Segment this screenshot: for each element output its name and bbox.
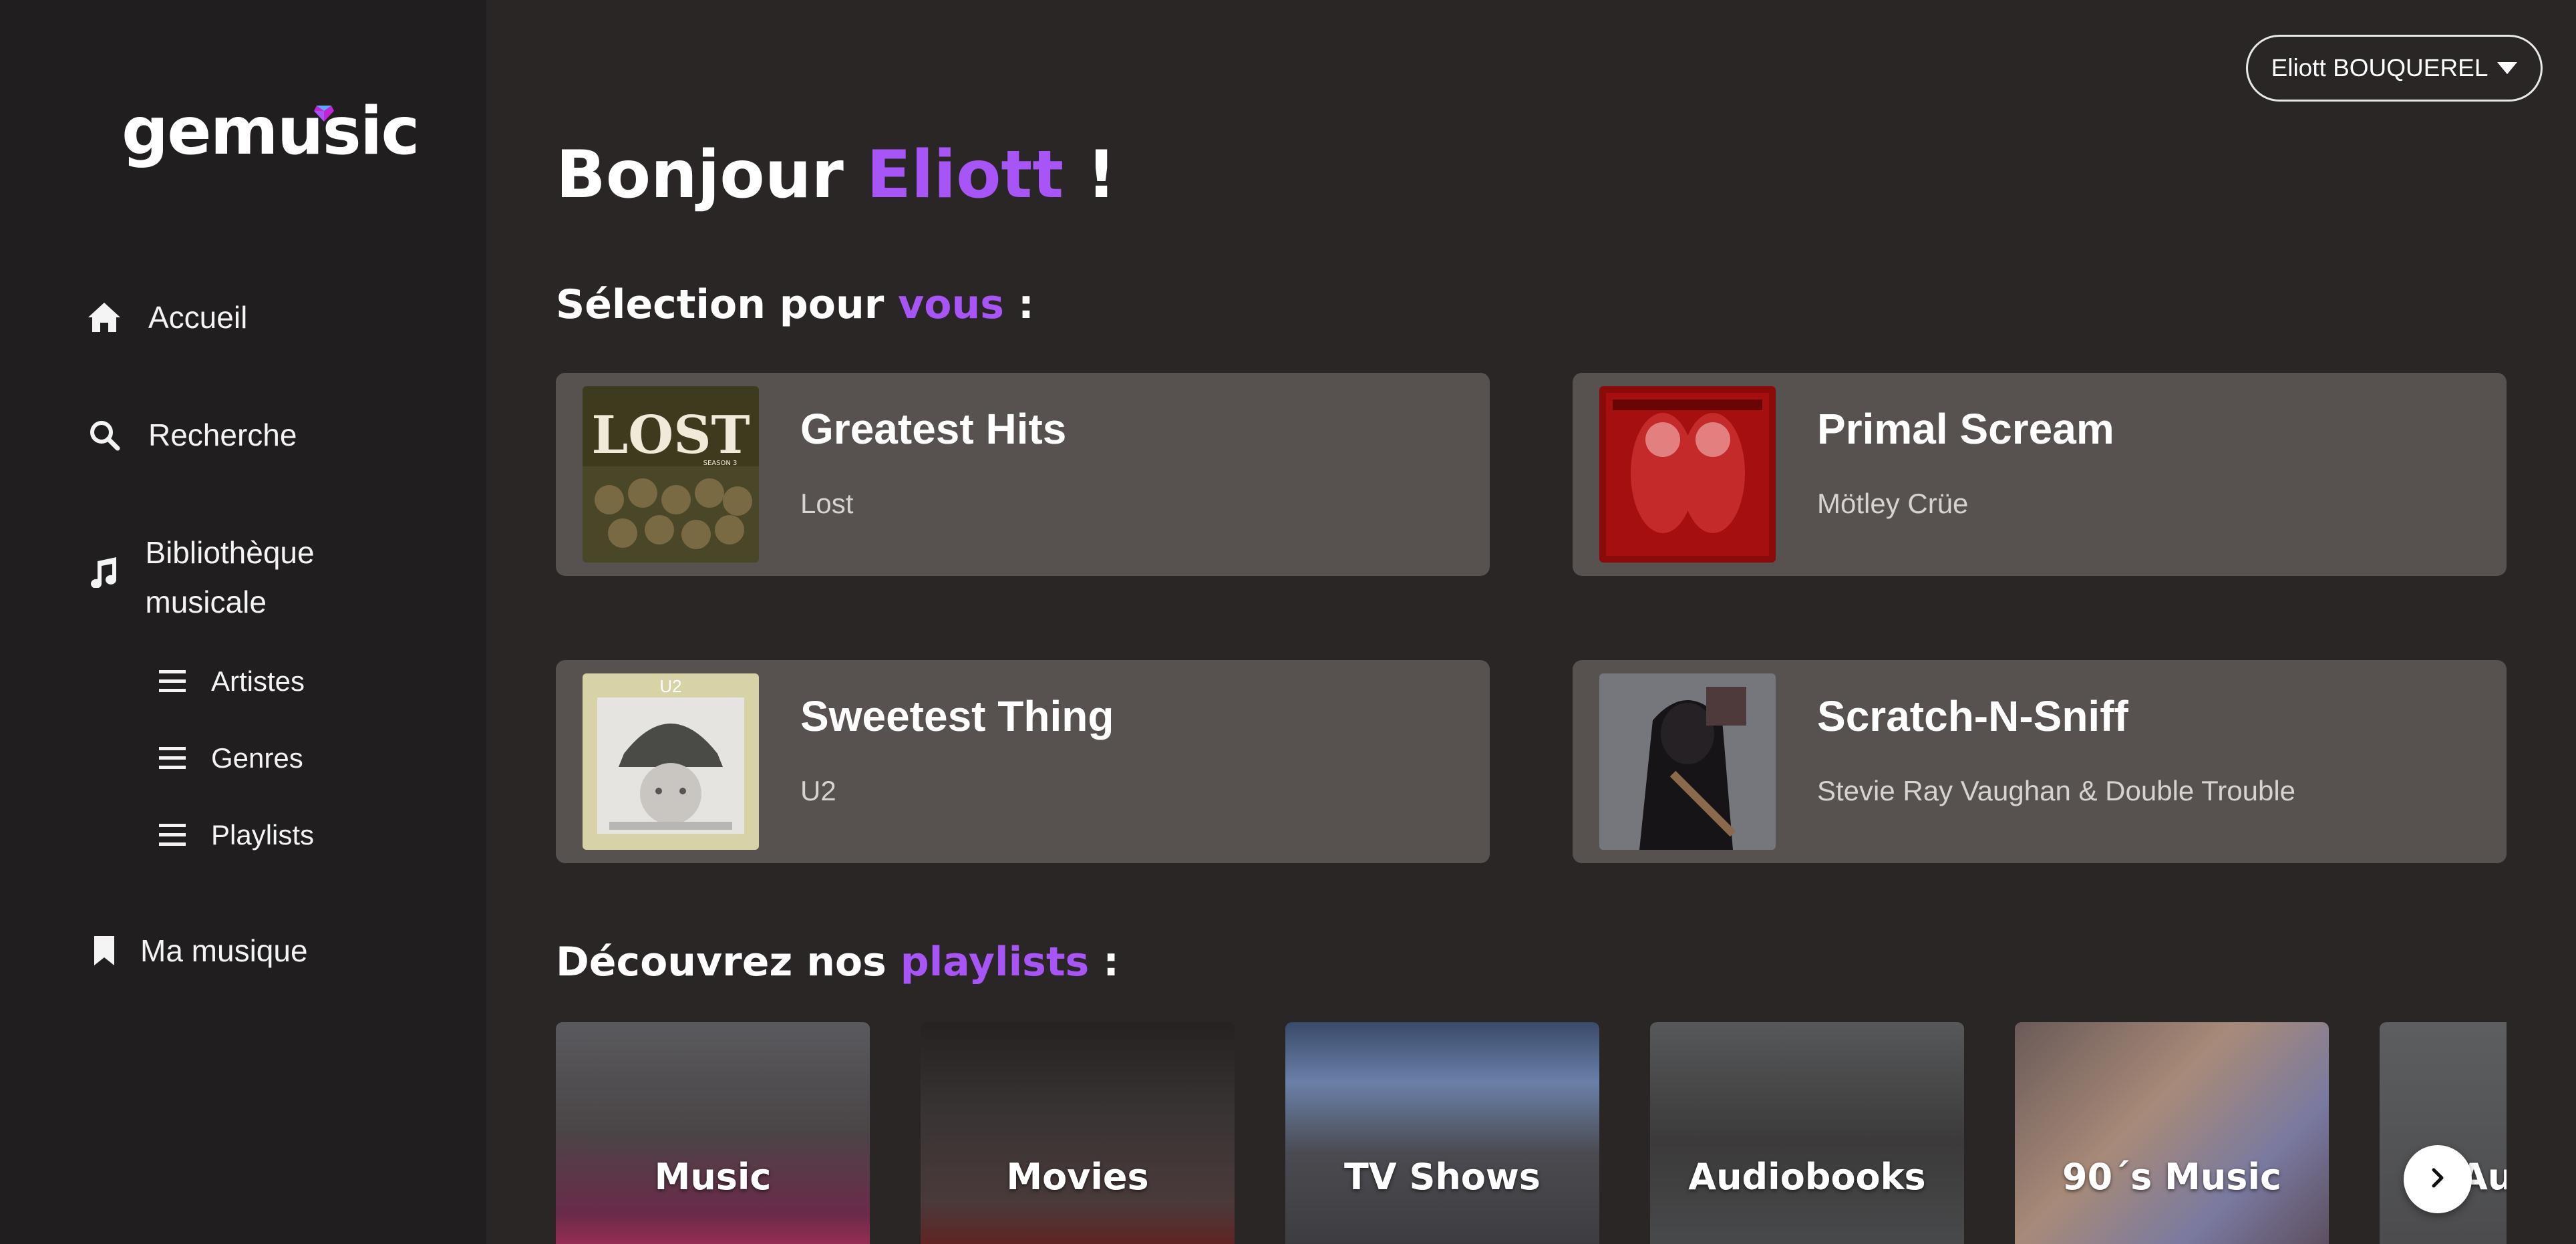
gem-icon	[314, 106, 334, 122]
sidebar-subitem-genres[interactable]: Genres	[158, 738, 303, 778]
greeting-name: Eliott	[866, 137, 1064, 213]
greeting-suffix: !	[1086, 137, 1116, 213]
cover-u2-text: U2	[659, 676, 681, 696]
cover-lost-text: LOST	[591, 405, 750, 466]
bookmark-icon	[86, 932, 123, 969]
playlist-name: Audiobooks	[1688, 1156, 1926, 1198]
playlists-heading: Découvrez nos playlists :	[556, 935, 1119, 989]
cover-season-text: SEASON 3	[703, 460, 738, 467]
playlists-carousel: Music Movies TV Shows Audiobooks 90´s Mu…	[556, 1022, 2507, 1244]
caret-down-icon	[2497, 62, 2518, 74]
user-menu-button[interactable]: Eliott BOUQUEREL	[2246, 35, 2543, 102]
playlist-name: Music	[654, 1156, 772, 1198]
page-title: Bonjour Eliott !	[556, 134, 1116, 216]
sidebar-item-label: Recherche	[148, 418, 297, 452]
home-icon	[86, 299, 123, 336]
sidebar-subitem-label: Artistes	[211, 665, 305, 697]
album-title: Greatest Hits	[800, 405, 1067, 453]
playlists-heading-accent: playlists	[900, 939, 1090, 985]
album-artist: Stevie Ray Vaughan & Double Trouble	[1817, 775, 2296, 806]
selection-heading-accent: vous	[898, 281, 1004, 328]
music-note-icon	[86, 553, 120, 591]
sidebar-subitem-artistes[interactable]: Artistes	[158, 661, 305, 702]
album-title: Sweetest Thing	[800, 692, 1114, 740]
sidebar-subitem-playlists[interactable]: Playlists	[158, 815, 314, 855]
sidebar-item-label: Bibliothèque musicale	[145, 535, 315, 619]
album-cover: LOST SEASON 3	[583, 386, 759, 563]
playlist-tile-90s-music[interactable]: 90´s Music	[2015, 1022, 2329, 1244]
app-logo[interactable]: gemusic	[122, 99, 420, 164]
playlist-tile-music[interactable]: Music	[556, 1022, 870, 1244]
sidebar-item-bibliotheque[interactable]: Bibliothèque musicale	[86, 528, 420, 627]
album-artist: Lost	[800, 488, 854, 519]
carousel-next-button[interactable]	[2404, 1145, 2472, 1213]
album-cover: U2	[583, 673, 759, 850]
sidebar-subitem-label: Genres	[211, 742, 303, 774]
playlist-tile-audiobooks[interactable]: Audiobooks	[1650, 1022, 1964, 1244]
sidebar-item-label: Ma musique	[140, 933, 308, 968]
album-card[interactable]: Primal Scream Mötley Crüe	[1573, 373, 2507, 576]
list-icon	[158, 667, 187, 696]
playlist-name: TV Shows	[1344, 1156, 1541, 1198]
greeting-prefix: Bonjour	[556, 137, 844, 213]
album-card[interactable]: LOST SEASON 3 Greatest Hits Lost	[556, 373, 1490, 576]
playlist-tile-movies[interactable]: Movies	[921, 1022, 1235, 1244]
selection-heading-suffix: :	[1017, 281, 1034, 328]
album-cover	[1599, 673, 1776, 850]
sidebar-subitem-label: Playlists	[211, 819, 315, 850]
sidebar: gemusic Accueil Recherche Bibliothèque m…	[0, 0, 486, 1244]
sidebar-item-ma-musique[interactable]: Ma musique	[86, 926, 308, 975]
album-title: Scratch-N-Sniff	[1817, 692, 2128, 740]
playlist-name: Movies	[1006, 1156, 1149, 1198]
user-name: Eliott BOUQUEREL	[2271, 54, 2488, 82]
album-cover	[1599, 386, 1776, 563]
playlists-heading-suffix: :	[1103, 939, 1120, 985]
album-artist: Mötley Crüe	[1817, 488, 1969, 519]
playlist-name: 90´s Music	[2062, 1156, 2281, 1198]
playlist-tile-tv-shows[interactable]: TV Shows	[1285, 1022, 1599, 1244]
list-icon	[158, 820, 187, 850]
album-card[interactable]: U2 Sweetest Thing U2	[556, 660, 1490, 863]
search-icon	[86, 416, 123, 454]
sidebar-item-recherche[interactable]: Recherche	[86, 410, 297, 460]
selection-heading-prefix: Sélection pour	[556, 281, 884, 328]
sidebar-item-label: Accueil	[148, 300, 248, 335]
album-title: Primal Scream	[1817, 405, 2114, 453]
selection-heading: Sélection pour vous :	[556, 278, 1034, 331]
playlists-heading-prefix: Découvrez nos	[556, 939, 887, 985]
album-artist: U2	[800, 775, 836, 806]
album-card[interactable]: Scratch-N-Sniff Stevie Ray Vaughan & Dou…	[1573, 660, 2507, 863]
list-icon	[158, 744, 187, 773]
chevron-right-icon	[2426, 1166, 2450, 1193]
sidebar-item-accueil[interactable]: Accueil	[86, 293, 247, 342]
